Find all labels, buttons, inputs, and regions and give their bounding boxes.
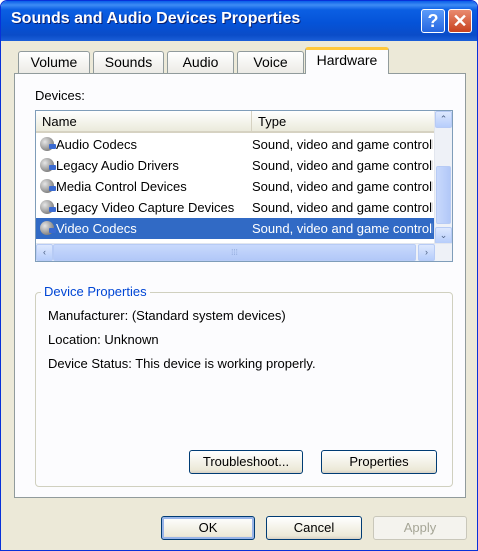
vertical-scroll-thumb[interactable] [436,166,451,224]
device-name: Media Control Devices [56,179,187,194]
device-status-text: Device Status: This device is working pr… [48,356,316,371]
close-button[interactable]: ✕ [448,9,472,33]
vertical-scrollbar[interactable]: ⌃ ⌄ [434,111,452,244]
list-item[interactable]: Legacy Audio Drivers Sound, video and ga… [36,155,435,176]
speaker-device-icon [40,179,56,193]
properties-button[interactable]: Properties [321,450,437,474]
device-name: Audio Codecs [56,137,137,152]
tab-volume[interactable]: Volume [18,51,90,73]
scroll-left-button[interactable]: ‹ [36,244,53,261]
devices-label: Devices: [35,88,85,103]
column-header-type[interactable]: Type [252,111,435,133]
list-item-selected[interactable]: Video Codecs Sound, video and game contr… [36,218,435,239]
list-item[interactable]: Legacy Video Capture Devices Sound, vide… [36,197,435,218]
horizontal-scroll-thumb[interactable]: ⁞⁞⁞ [53,244,416,261]
scroll-up-button[interactable]: ⌃ [435,111,452,128]
help-button[interactable]: ? [421,9,445,33]
manufacturer-text: Manufacturer: (Standard system devices) [48,308,286,323]
speaker-device-icon [40,137,56,151]
tab-hardware[interactable]: Hardware [305,47,389,74]
hardware-panel: Devices: Name Type Audio Codecs Sound, v… [14,73,466,498]
ok-button[interactable]: OK [161,516,255,540]
dialog-window: Sounds and Audio Devices Properties ? ✕ … [0,0,478,551]
speaker-device-icon [40,158,56,172]
device-type: Sound, video and game controllers [252,137,433,152]
tab-voice[interactable]: Voice [237,51,304,73]
scroll-right-button[interactable]: › [418,244,435,261]
window-title: Sounds and Audio Devices Properties [11,10,301,27]
devices-list[interactable]: Name Type Audio Codecs Sound, video and … [35,110,453,262]
location-text: Location: Unknown [48,332,159,347]
column-header-name[interactable]: Name [36,111,252,133]
device-name: Legacy Audio Drivers [56,158,179,173]
scroll-down-button[interactable]: ⌄ [435,227,452,244]
speaker-device-icon [40,200,56,214]
device-name: Video Codecs [56,221,137,236]
device-type: Sound, video and game controllers [252,158,433,173]
horizontal-scrollbar[interactable]: ‹ ⁞⁞⁞ › [36,243,452,261]
cancel-button[interactable]: Cancel [266,516,362,540]
apply-button[interactable]: Apply [373,516,467,540]
tab-audio[interactable]: Audio [167,51,234,73]
device-name: Legacy Video Capture Devices [56,200,235,215]
list-item[interactable]: Audio Codecs Sound, video and game contr… [36,134,435,155]
troubleshoot-button[interactable]: Troubleshoot... [189,450,303,474]
list-item[interactable]: Media Control Devices Sound, video and g… [36,176,435,197]
device-properties-title: Device Properties [41,284,150,299]
speaker-device-icon [40,221,56,235]
device-type: Sound, video and game controllers [252,221,433,236]
device-type: Sound, video and game controllers [252,200,433,215]
device-type: Sound, video and game controllers [252,179,433,194]
tab-sounds[interactable]: Sounds [93,51,164,73]
title-bar[interactable]: Sounds and Audio Devices Properties ? ✕ [1,1,477,41]
